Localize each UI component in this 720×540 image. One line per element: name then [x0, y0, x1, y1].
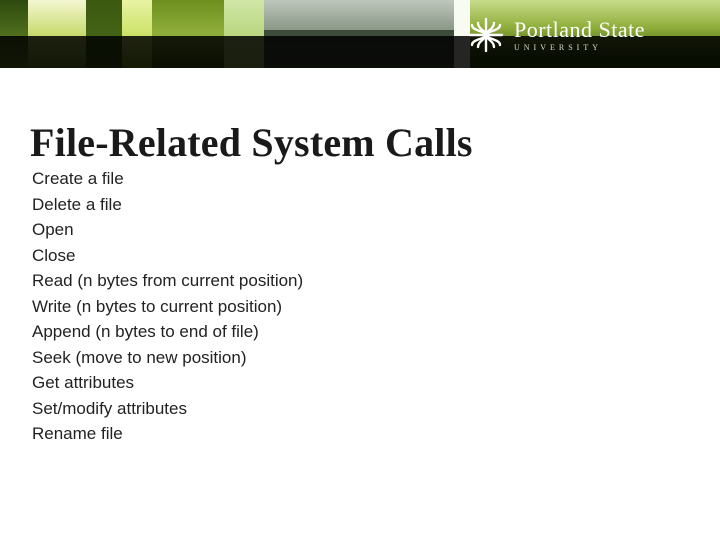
list-item: Create a file: [32, 166, 672, 192]
list-item: Get attributes: [32, 370, 672, 396]
list-item: Close: [32, 243, 672, 269]
crest-icon: [468, 17, 504, 53]
list-item: Set/modify attributes: [32, 396, 672, 422]
slide: Portland State UNIVERSITY File-Related S…: [0, 0, 720, 540]
list-item: Seek (move to new position): [32, 345, 672, 371]
list-item: Open: [32, 217, 672, 243]
list-item: Append (n bytes to end of file): [32, 319, 672, 345]
logo-text: Portland State UNIVERSITY: [514, 19, 645, 52]
logo-sub-text: UNIVERSITY: [514, 44, 645, 52]
logo-main-text: Portland State: [514, 19, 645, 41]
slide-body: Create a file Delete a file Open Close R…: [32, 166, 672, 447]
list-item: Delete a file: [32, 192, 672, 218]
list-item: Rename file: [32, 421, 672, 447]
slide-title: File-Related System Calls: [30, 119, 473, 166]
list-item: Write (n bytes to current position): [32, 294, 672, 320]
university-logo: Portland State UNIVERSITY: [468, 10, 708, 60]
list-item: Read (n bytes from current position): [32, 268, 672, 294]
banner: Portland State UNIVERSITY: [0, 0, 720, 68]
